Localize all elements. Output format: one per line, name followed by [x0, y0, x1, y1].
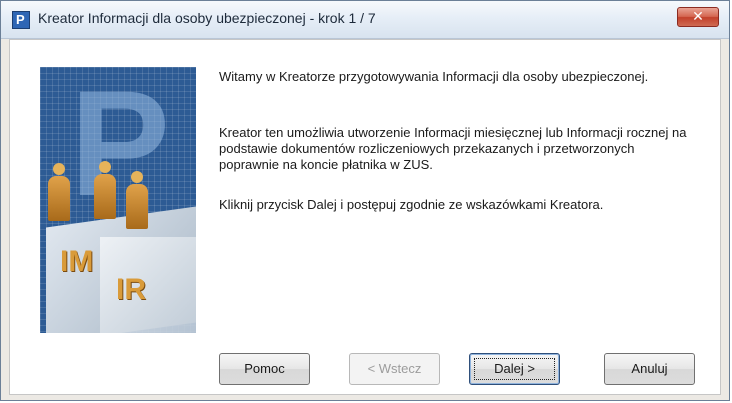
close-button[interactable]: ✕ [677, 7, 719, 27]
app-icon-letter: P [16, 12, 25, 27]
wizard-window: P Kreator Informacji dla osoby ubezpiecz… [0, 0, 730, 401]
banner-label-ir: IR [116, 273, 146, 306]
window-title: Kreator Informacji dla osoby ubezpieczon… [38, 10, 376, 26]
wizard-client-area: P IM IR Witamy w Kreatorze przygotowywan… [9, 39, 721, 395]
next-button[interactable]: Dalej > [469, 353, 560, 385]
back-button[interactable]: < Wstecz [349, 353, 440, 385]
app-icon: P [12, 11, 30, 29]
cancel-button[interactable]: Anuluj [604, 353, 695, 385]
banner-person-icon [94, 161, 116, 219]
banner-label-im: IM [60, 245, 94, 278]
wizard-banner-image: P IM IR [40, 67, 196, 333]
close-icon: ✕ [692, 9, 704, 25]
title-bar: P Kreator Informacji dla osoby ubezpiecz… [1, 1, 729, 39]
banner-person-icon [48, 163, 70, 221]
focus-rectangle [474, 358, 555, 380]
welcome-paragraph: Witamy w Kreatorze przygotowywania Infor… [219, 69, 649, 84]
help-button[interactable]: Pomoc [219, 353, 310, 385]
instruction-paragraph: Kliknij przycisk Dalej i postępuj zgodni… [219, 197, 604, 212]
banner-person-icon [126, 171, 148, 229]
banner-logo-letter: P [70, 67, 171, 227]
description-paragraph: Kreator ten umożliwia utworzenie Informa… [219, 125, 687, 172]
banner-form-shape [100, 237, 196, 333]
